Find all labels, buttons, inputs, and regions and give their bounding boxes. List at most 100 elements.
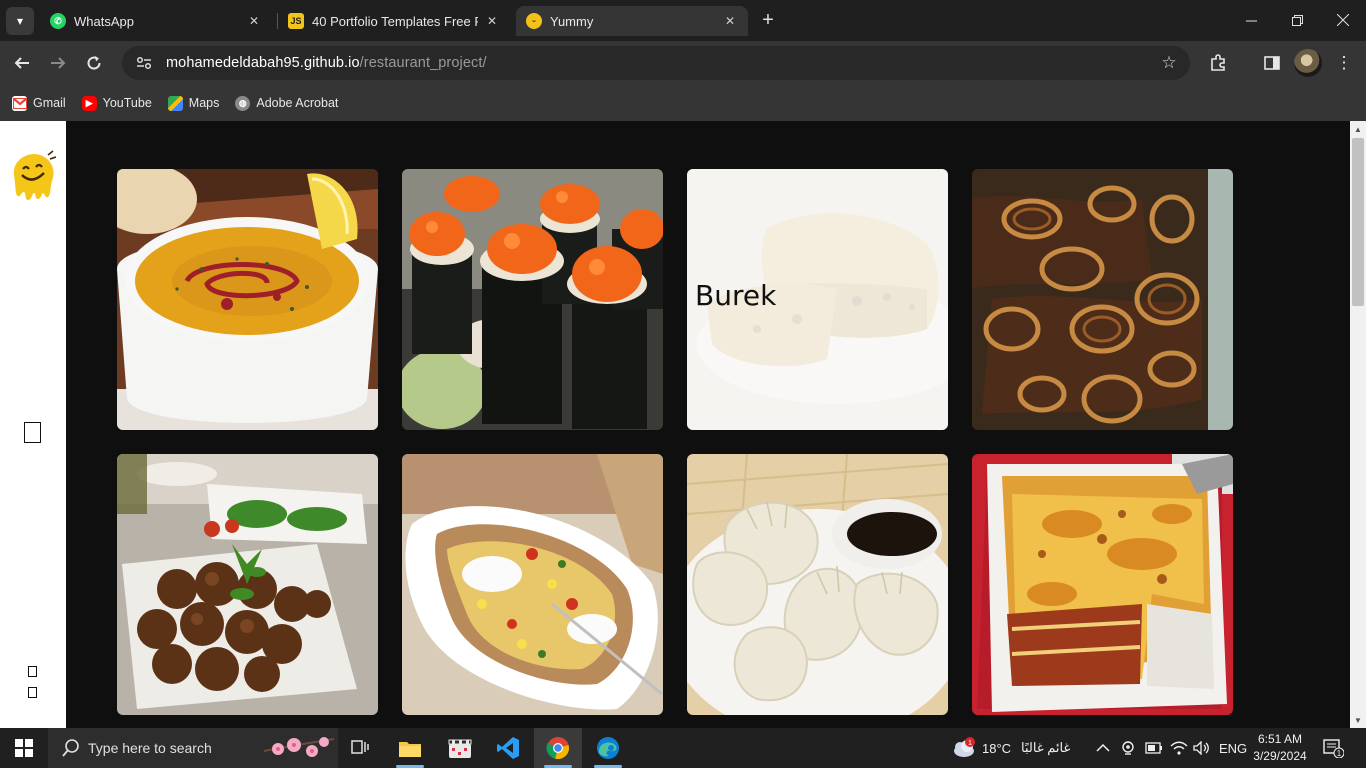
bookmark-gmail[interactable]: Gmail bbox=[12, 95, 66, 111]
youtube-icon: ▶ bbox=[81, 95, 97, 111]
page-viewport: Burek bbox=[0, 121, 1350, 728]
extensions-button[interactable] bbox=[1204, 49, 1232, 77]
sidebar-icon-1[interactable] bbox=[28, 666, 37, 677]
meal-card[interactable] bbox=[972, 169, 1233, 430]
bookmark-label: Gmail bbox=[33, 96, 66, 110]
task-view-icon bbox=[351, 740, 369, 754]
reload-button[interactable] bbox=[80, 49, 108, 77]
sidebar-icon-2[interactable] bbox=[28, 687, 37, 698]
scroll-up-icon[interactable]: ▲ bbox=[1350, 121, 1366, 137]
bookmark-star-icon[interactable]: ☆ bbox=[1158, 52, 1180, 74]
battery-level-icon bbox=[1145, 742, 1162, 754]
tab-title: 40 Portfolio Templates Free For bbox=[312, 13, 478, 29]
bookmark-label: YouTube bbox=[102, 96, 152, 110]
tab-search-button[interactable]: ▾ bbox=[6, 7, 34, 35]
reload-icon bbox=[87, 56, 101, 70]
close-tab-icon[interactable]: ✕ bbox=[246, 13, 262, 29]
taskbar-search-box[interactable]: Type here to search bbox=[48, 728, 338, 768]
yummy-icon: ᵕ bbox=[526, 13, 542, 29]
arrow-left-icon bbox=[14, 57, 29, 69]
start-button[interactable] bbox=[0, 728, 48, 768]
bookmark-adobe-acrobat[interactable]: ◍ Adobe Acrobat bbox=[235, 95, 339, 111]
puzzle-icon bbox=[1211, 54, 1225, 71]
meal-card[interactable] bbox=[402, 169, 663, 430]
close-window-button[interactable] bbox=[1320, 0, 1366, 40]
search-placeholder: Type here to search bbox=[88, 740, 212, 756]
weather-widget[interactable]: 1 18°C غائم غالبًا bbox=[950, 728, 1070, 768]
arrow-right-icon bbox=[51, 57, 66, 69]
folder-icon bbox=[399, 742, 421, 757]
yummy-logo[interactable] bbox=[10, 149, 56, 201]
edge-icon bbox=[597, 737, 619, 759]
meal-card[interactable] bbox=[117, 169, 378, 430]
tab-title: WhatsApp bbox=[74, 13, 134, 29]
close-tab-icon[interactable]: ✕ bbox=[484, 13, 500, 29]
meal-image bbox=[117, 169, 378, 430]
back-button[interactable] bbox=[8, 49, 36, 77]
side-panel-button[interactable] bbox=[1258, 49, 1286, 77]
weather-condition: غائم غالبًا bbox=[1021, 740, 1071, 755]
bookmark-label: Adobe Acrobat bbox=[256, 96, 339, 110]
clapperboard-icon bbox=[448, 739, 472, 758]
tab-whatsapp[interactable]: ✆ WhatsApp ✕ bbox=[40, 6, 272, 36]
wifi-signal-icon bbox=[1170, 741, 1188, 755]
browser-toolbar: mohamedeldabah95.github.io/restaurant_pr… bbox=[0, 41, 1366, 85]
js-icon: JS bbox=[288, 13, 304, 29]
minimize-button[interactable] bbox=[1228, 0, 1274, 40]
tab-yummy[interactable]: ᵕ Yummy ✕ bbox=[516, 6, 748, 36]
wifi-icon[interactable] bbox=[1170, 728, 1188, 768]
close-tab-icon[interactable]: ✕ bbox=[722, 13, 738, 29]
speaker-icon bbox=[1193, 741, 1209, 755]
weather-alert-badge: 1 bbox=[968, 740, 972, 747]
bookmark-label: Maps bbox=[188, 96, 220, 110]
battery-icon[interactable] bbox=[1145, 728, 1163, 768]
clipchamp-app[interactable] bbox=[436, 728, 484, 768]
task-view-button[interactable] bbox=[336, 728, 384, 768]
chrome-app[interactable] bbox=[534, 728, 582, 768]
taskbar-clock[interactable]: 6:51 AM 3/29/2024 bbox=[1248, 731, 1312, 765]
cherry-blossom-icon bbox=[264, 737, 334, 757]
file-explorer-app[interactable] bbox=[386, 728, 434, 768]
restore-icon bbox=[1291, 14, 1303, 26]
notification-center-button[interactable]: 1 bbox=[1322, 728, 1344, 768]
windows-logo-icon bbox=[15, 739, 33, 757]
url-host: mohamedeldabah95.github.io bbox=[166, 55, 360, 71]
volume-icon[interactable] bbox=[1193, 728, 1211, 768]
address-bar[interactable]: mohamedeldabah95.github.io/restaurant_pr… bbox=[122, 46, 1190, 80]
meal-card[interactable] bbox=[972, 454, 1233, 715]
meal-card[interactable] bbox=[687, 454, 948, 715]
meal-card[interactable] bbox=[402, 454, 663, 715]
page-scrollbar[interactable]: ▲ ▼ bbox=[1350, 121, 1366, 728]
tab-title: Yummy bbox=[550, 13, 594, 29]
new-tab-button[interactable]: + bbox=[756, 8, 780, 32]
notification-icon: 1 bbox=[1323, 739, 1344, 758]
webcam-icon bbox=[1122, 741, 1134, 755]
show-hidden-icons[interactable] bbox=[1096, 728, 1110, 768]
meal-label: Burek bbox=[695, 279, 777, 312]
vscode-app[interactable] bbox=[484, 728, 532, 768]
minimize-icon bbox=[1245, 20, 1257, 21]
maps-icon bbox=[167, 95, 183, 111]
meet-now-icon[interactable] bbox=[1120, 728, 1136, 768]
language-indicator[interactable]: ENG bbox=[1219, 728, 1247, 768]
language-label: ENG bbox=[1219, 740, 1248, 756]
url-path: /restaurant_project/ bbox=[359, 55, 487, 71]
scroll-down-icon[interactable]: ▼ bbox=[1350, 712, 1366, 728]
meal-image bbox=[402, 169, 663, 430]
meal-card[interactable]: Burek bbox=[687, 169, 948, 430]
scrollbar-thumb[interactable] bbox=[1352, 138, 1364, 306]
bookmark-maps[interactable]: Maps bbox=[167, 95, 220, 111]
cloud-weather-icon: 1 bbox=[954, 737, 975, 757]
browser-menu-button[interactable]: ⋮ bbox=[1330, 49, 1358, 77]
profile-avatar[interactable] bbox=[1294, 49, 1322, 77]
bookmark-youtube[interactable]: ▶ YouTube bbox=[81, 95, 152, 111]
edge-app[interactable] bbox=[584, 728, 632, 768]
restore-button[interactable] bbox=[1274, 0, 1320, 40]
weather-temperature: 18°C bbox=[982, 740, 1012, 756]
tab-portfolio-templates[interactable]: JS 40 Portfolio Templates Free For ✕ bbox=[278, 6, 510, 36]
sidebar-menu-toggle[interactable] bbox=[24, 422, 41, 443]
site-settings-icon[interactable] bbox=[132, 51, 156, 75]
meal-image bbox=[972, 169, 1233, 430]
forward-button[interactable] bbox=[44, 49, 72, 77]
meal-card[interactable] bbox=[117, 454, 378, 715]
